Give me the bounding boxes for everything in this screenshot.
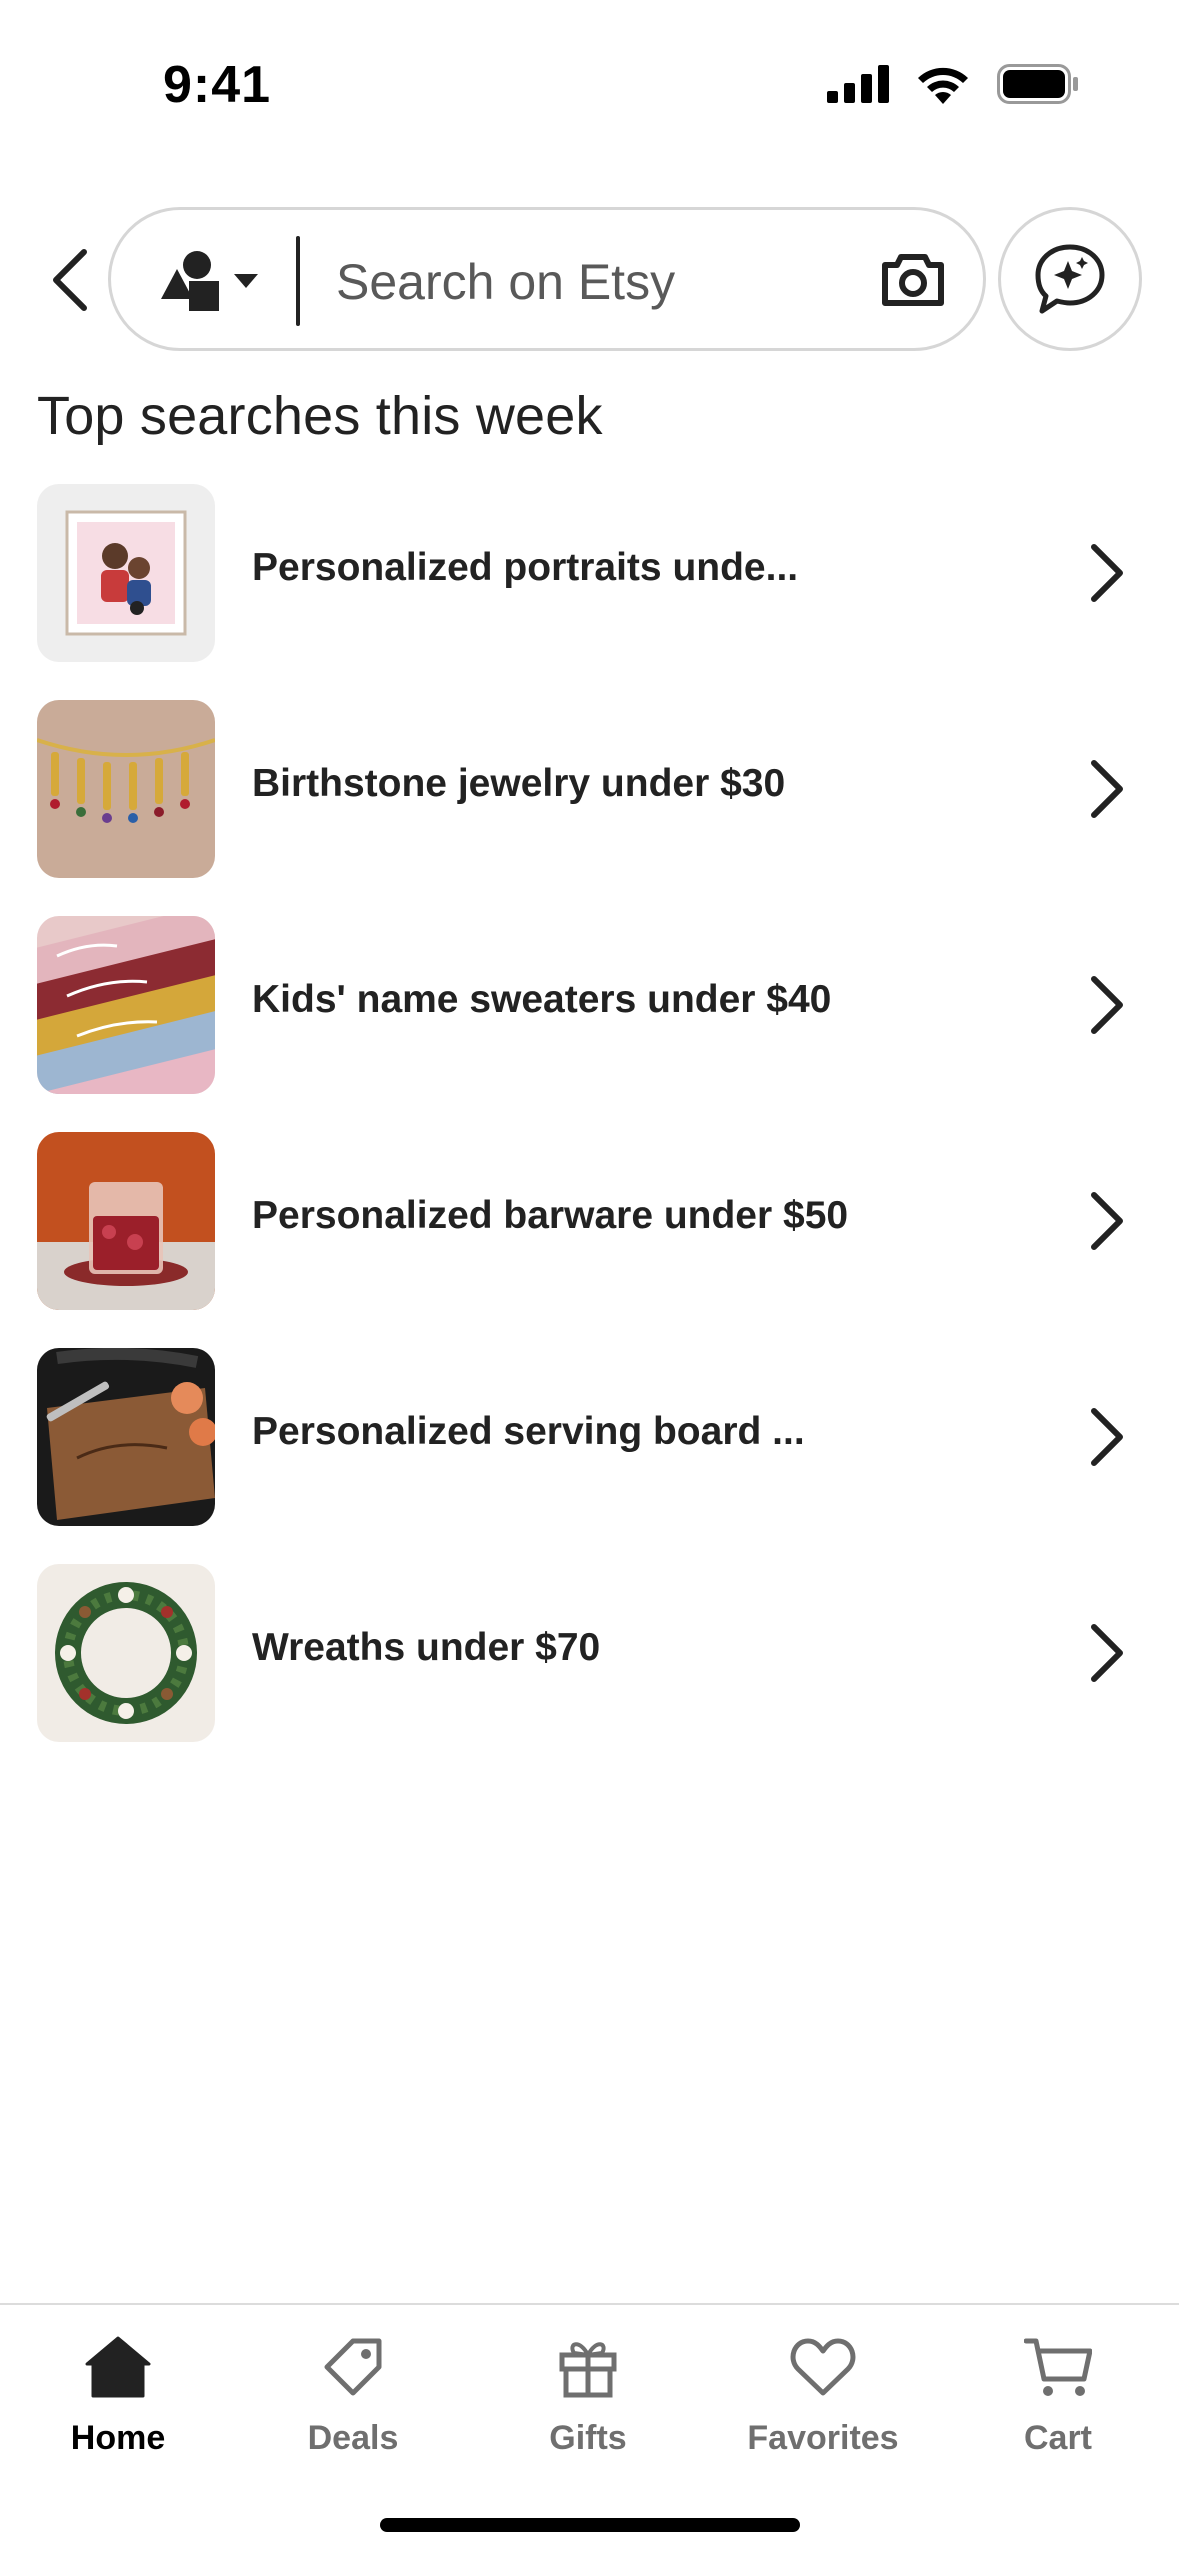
- nav-label: Home: [70, 2419, 166, 2457]
- section-title: Top searches this week: [37, 386, 603, 446]
- search-field[interactable]: [108, 207, 986, 351]
- list-item[interactable]: Personalized serving board ...: [0, 1346, 1179, 1562]
- nav-cart[interactable]: Cart: [948, 2327, 1168, 2477]
- ai-chat-button[interactable]: [998, 207, 1142, 351]
- status-bar: 9:41: [0, 0, 1179, 170]
- list-item[interactable]: Birthstone jewelry under $30: [0, 698, 1179, 914]
- chevron-right-icon: [1080, 1404, 1132, 1470]
- search-item-label: Kids' name sweaters under $40: [252, 978, 832, 1021]
- list-item[interactable]: Kids' name sweaters under $40: [0, 914, 1179, 1130]
- top-searches-list: Personalized portraits unde... Birthston…: [0, 482, 1179, 1778]
- chevron-right-icon: [1080, 1620, 1132, 1686]
- cellular-signal-icon: [827, 65, 889, 108]
- jewelry-thumbnail: [37, 700, 215, 878]
- search-input[interactable]: [336, 246, 856, 318]
- search-bar-row: [0, 205, 1179, 353]
- caret-down-icon: [234, 274, 258, 288]
- search-item-label: Personalized barware under $50: [252, 1194, 849, 1237]
- camera-icon: [882, 254, 944, 306]
- sweaters-thumbnail: [37, 916, 215, 1094]
- sparkle-chat-icon: [1035, 244, 1105, 314]
- nav-label: Favorites: [747, 2419, 899, 2457]
- heart-icon: [783, 2327, 863, 2407]
- back-button[interactable]: [40, 245, 100, 315]
- portrait-thumbnail: [37, 484, 215, 662]
- home-indicator[interactable]: [380, 2518, 800, 2532]
- nav-favorites[interactable]: Favorites: [713, 2327, 933, 2477]
- search-item-label: Personalized portraits unde...: [252, 546, 799, 589]
- battery-icon: [997, 64, 1079, 109]
- cart-icon: [1018, 2327, 1098, 2407]
- serving-board-thumbnail: [37, 1348, 215, 1526]
- nav-deals[interactable]: Deals: [243, 2327, 463, 2477]
- chevron-right-icon: [1080, 540, 1132, 606]
- nav-gifts[interactable]: Gifts: [478, 2327, 698, 2477]
- nav-label: Deals: [307, 2419, 399, 2457]
- wreath-thumbnail: [37, 1564, 215, 1742]
- search-item-label: Birthstone jewelry under $30: [252, 762, 786, 805]
- status-icons: [827, 64, 1079, 109]
- search-item-label: Personalized serving board ...: [252, 1410, 805, 1453]
- nav-label: Gifts: [549, 2419, 627, 2457]
- chevron-right-icon: [1080, 756, 1132, 822]
- home-icon: [78, 2327, 158, 2407]
- tag-icon: [313, 2327, 393, 2407]
- wifi-icon: [915, 64, 971, 109]
- chevron-right-icon: [1080, 1188, 1132, 1254]
- shapes-icon: [161, 251, 219, 311]
- list-item[interactable]: Wreaths under $70: [0, 1562, 1179, 1778]
- nav-label: Cart: [1023, 2419, 1093, 2457]
- gift-icon: [548, 2327, 628, 2407]
- list-item[interactable]: Personalized portraits unde...: [0, 482, 1179, 698]
- search-item-label: Wreaths under $70: [252, 1626, 601, 1669]
- camera-search-button[interactable]: [879, 248, 947, 312]
- chevron-right-icon: [1080, 972, 1132, 1038]
- category-filter-button[interactable]: [159, 248, 274, 314]
- chevron-left-icon: [53, 249, 87, 311]
- status-time: 9:41: [163, 56, 272, 114]
- nav-home[interactable]: Home: [8, 2327, 228, 2477]
- list-item[interactable]: Personalized barware under $50: [0, 1130, 1179, 1346]
- search-divider: [296, 236, 300, 326]
- barware-thumbnail: [37, 1132, 215, 1310]
